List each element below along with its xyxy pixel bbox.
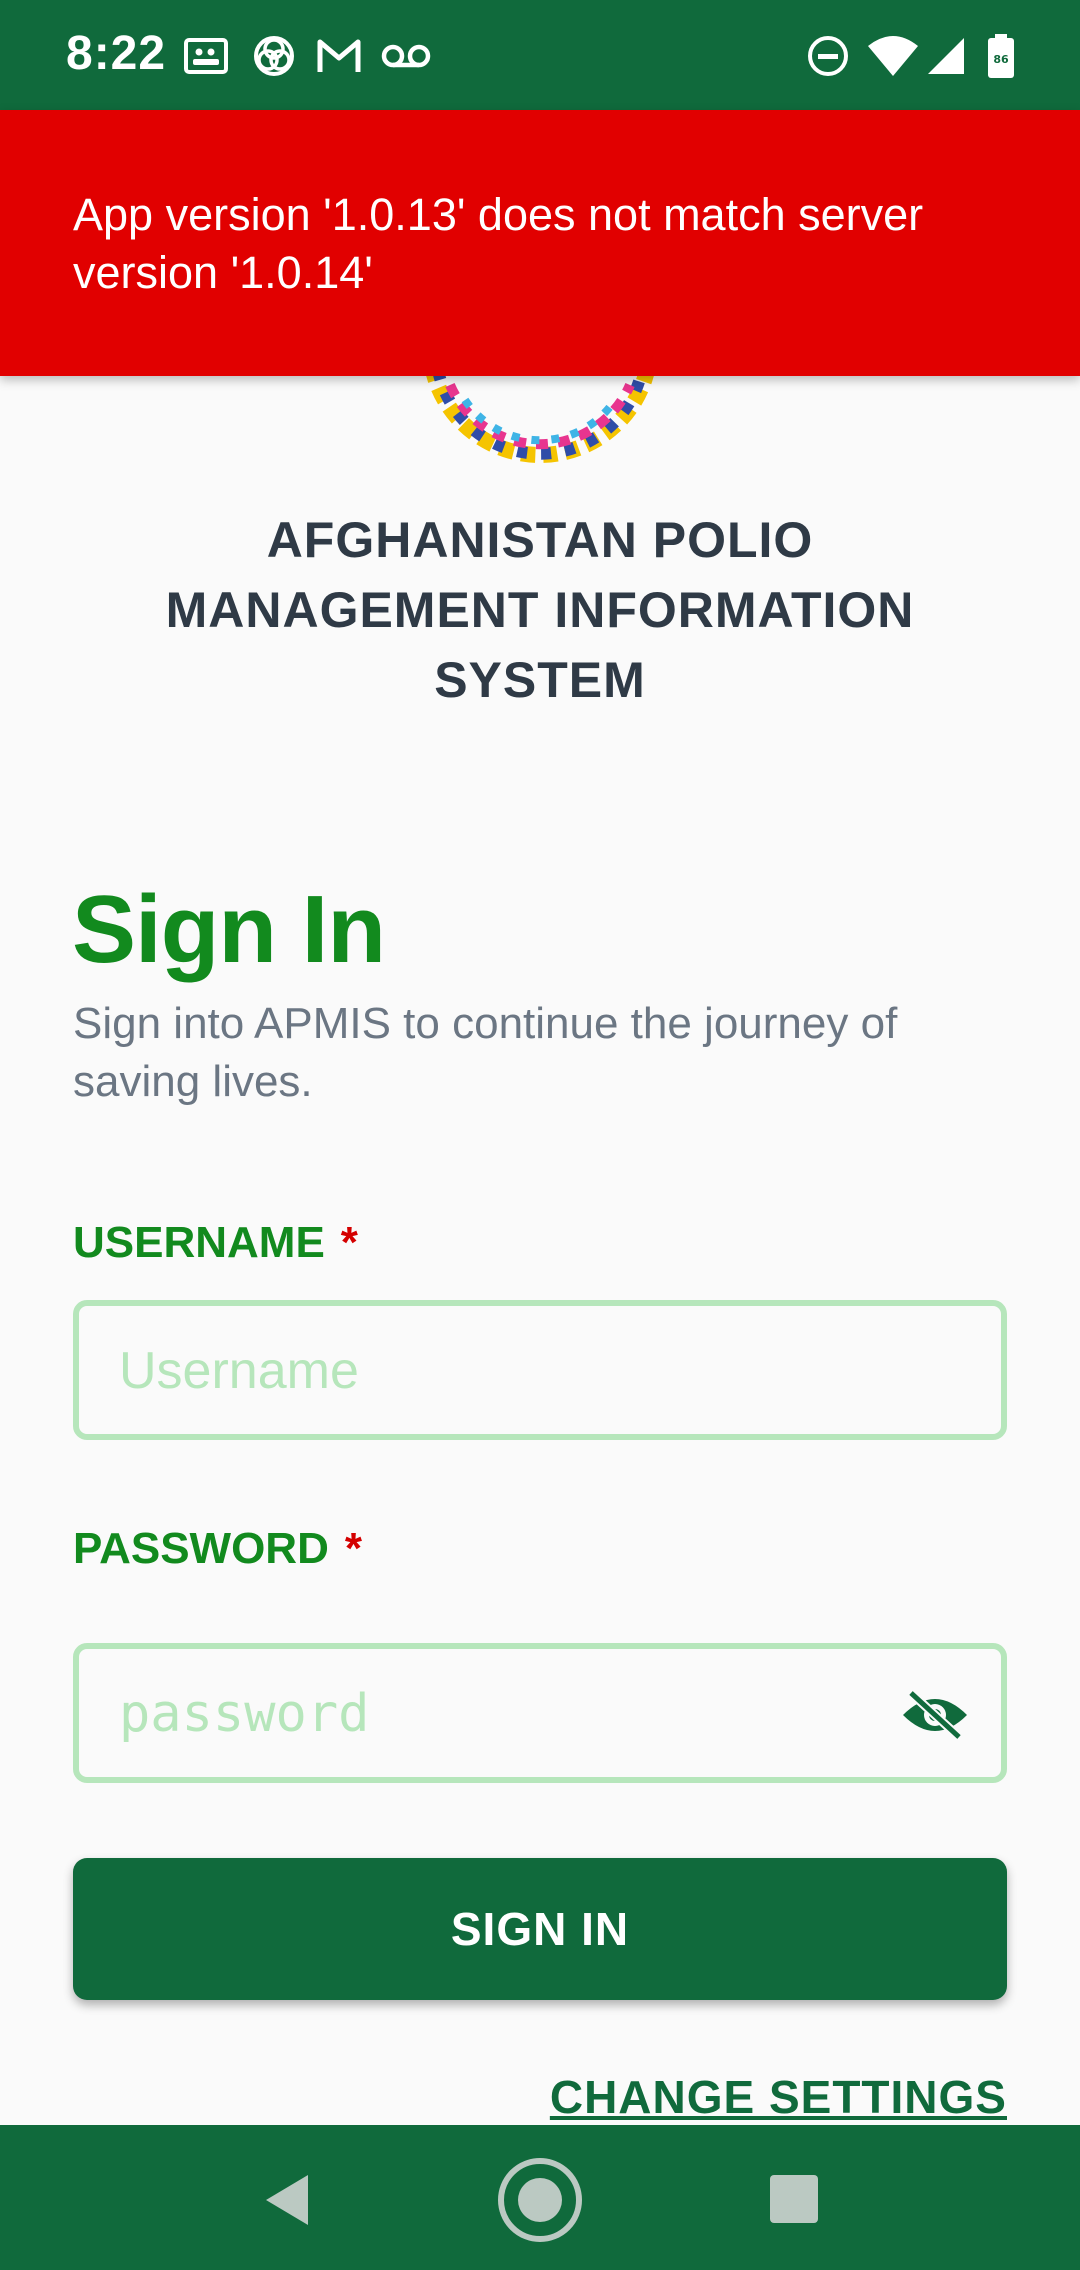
wifi-icon: [868, 36, 918, 76]
password-field[interactable]: [73, 1643, 1007, 1783]
back-icon[interactable]: [252, 2165, 322, 2235]
username-input[interactable]: [119, 1336, 879, 1406]
app-title: AFGHANISTAN POLIO MANAGEMENT INFORMATION…: [165, 512, 915, 708]
username-required-mark: *: [340, 1218, 358, 1267]
signin-button[interactable]: SIGN IN: [73, 1858, 1007, 2000]
password-input[interactable]: [119, 1679, 879, 1749]
eye-off-icon[interactable]: [901, 1689, 969, 1741]
home-icon[interactable]: [495, 2155, 585, 2245]
recents-icon[interactable]: [760, 2165, 830, 2235]
camera-aperture-icon: [254, 36, 294, 76]
password-label: PASSWORD *: [73, 1524, 362, 1574]
signin-subtitle: Sign into APMIS to continue the journey …: [73, 999, 898, 1106]
signin-heading: Sign In: [72, 876, 386, 983]
password-label-text: PASSWORD: [73, 1524, 329, 1573]
version-error-banner: App version '1.0.13' does not match serv…: [0, 110, 1080, 376]
voicemail-icon: [381, 44, 431, 68]
do-not-disturb-icon: [808, 36, 848, 76]
username-field[interactable]: [73, 1300, 1007, 1440]
gmail-icon: [317, 39, 361, 72]
cell-signal-icon: [928, 38, 964, 74]
login-screen: 8:22 86 App version '1.0.13' does not ma…: [0, 0, 1080, 2270]
username-label-text: USERNAME: [73, 1218, 325, 1267]
version-error-message: App version '1.0.13' does not match serv…: [73, 189, 924, 298]
username-label: USERNAME *: [73, 1218, 358, 1268]
battery-level: 86: [993, 53, 1009, 66]
navigation-bar: [0, 2125, 1080, 2270]
status-time: 8:22: [66, 27, 167, 80]
image-icon: [184, 38, 228, 74]
password-required-mark: *: [344, 1524, 362, 1573]
battery-icon: 86: [988, 34, 1014, 78]
change-settings-link[interactable]: CHANGE SETTINGS: [550, 2070, 1007, 2124]
status-bar: 8:22 86: [0, 0, 1080, 110]
